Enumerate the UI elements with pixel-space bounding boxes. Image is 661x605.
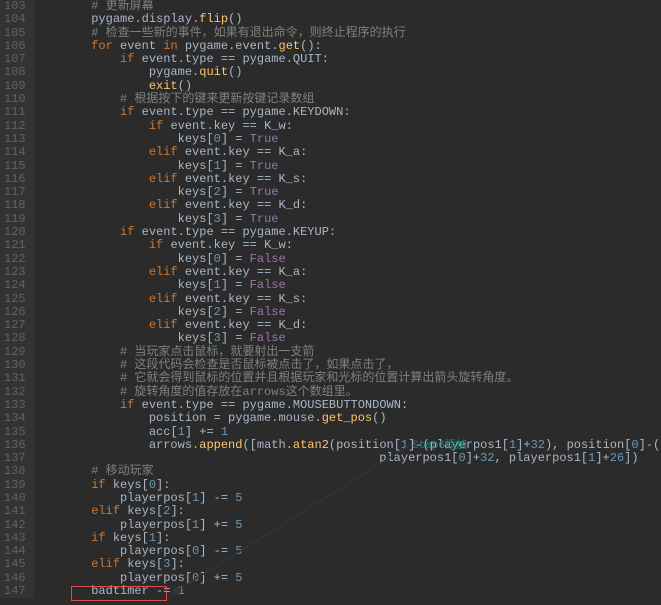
code-line[interactable]: keys[1] = False (34, 279, 661, 292)
line-number: 143 (4, 532, 26, 545)
code-line[interactable]: playerpos[1] += 5 (34, 519, 661, 532)
code-line[interactable]: if keys[0]: (34, 479, 661, 492)
code-line[interactable]: if event.type == pygame.KEYUP: (34, 226, 661, 239)
line-number: 137 (4, 452, 26, 465)
line-number: 125 (4, 293, 26, 306)
code-line[interactable]: pygame.quit() (34, 66, 661, 79)
line-number: 116 (4, 173, 26, 186)
code-line[interactable]: playerpos[0] += 5 (34, 572, 661, 585)
line-number: 135 (4, 426, 26, 439)
code-line[interactable]: for event in pygame.event.get(): (34, 40, 661, 53)
line-number: 104 (4, 13, 26, 26)
code-editor[interactable]: 1031041051061071081091101111121131141151… (0, 0, 661, 598)
code-line[interactable]: keys[3] = False (34, 332, 661, 345)
line-number: 139 (4, 479, 26, 492)
code-line[interactable]: if event.type == pygame.QUIT: (34, 53, 661, 66)
line-number: 123 (4, 266, 26, 279)
code-line[interactable]: elif event.key == K_a: (34, 266, 661, 279)
code-line[interactable]: elif event.key == K_a: (34, 146, 661, 159)
line-number: 126 (4, 306, 26, 319)
line-number: 130 (4, 359, 26, 372)
line-number: 110 (4, 93, 26, 106)
code-line[interactable]: if event.type == pygame.KEYDOWN: (34, 106, 661, 119)
code-line[interactable]: # 移动玩家 (34, 465, 661, 478)
code-area[interactable]: # 更新屏幕 pygame.display.flip() # 检查一些新的事件，… (34, 0, 661, 598)
line-number: 136 (4, 439, 26, 452)
line-number: 138 (4, 465, 26, 478)
line-number: 118 (4, 199, 26, 212)
line-number: 122 (4, 253, 26, 266)
line-number: 106 (4, 40, 26, 53)
line-number: 107 (4, 53, 26, 66)
code-line[interactable]: position = pygame.mouse.get_pos() (34, 412, 661, 425)
code-line[interactable]: keys[2] = False (34, 306, 661, 319)
code-line[interactable]: # 它就会得到鼠标的位置并且根据玩家和光标的位置计算出箭头旋转角度。 (34, 372, 661, 385)
code-line[interactable]: keys[1] = True (34, 160, 661, 173)
line-number: 115 (4, 160, 26, 173)
line-number: 108 (4, 66, 26, 79)
code-line[interactable]: if event.type == pygame.MOUSEBUTTONDOWN: (34, 399, 661, 412)
code-line[interactable]: elif keys[3]: (34, 558, 661, 571)
line-gutter: 1031041051061071081091101111121131141151… (0, 0, 34, 598)
line-number: 117 (4, 186, 26, 199)
line-number: 145 (4, 558, 26, 571)
code-line[interactable]: if event.key == K_w: (34, 120, 661, 133)
code-line[interactable]: keys[0] = False (34, 253, 661, 266)
code-line[interactable]: badtimer -= 1 (34, 585, 661, 598)
code-line[interactable]: # 旋转角度的值存放在arrows这个数组里。 (34, 386, 661, 399)
line-number: 109 (4, 80, 26, 93)
line-number: 127 (4, 319, 26, 332)
code-line[interactable]: if event.key == K_w: (34, 239, 661, 252)
code-line[interactable]: # 更新屏幕 (34, 0, 661, 13)
code-line[interactable]: # 检查一些新的事件，如果有退出命令，则终止程序的执行 (34, 27, 661, 40)
line-number: 129 (4, 346, 26, 359)
code-line[interactable]: playerpos[1] -= 5 (34, 492, 661, 505)
line-number: 114 (4, 146, 26, 159)
line-number: 147 (4, 585, 26, 598)
line-number: 132 (4, 386, 26, 399)
line-number: 103 (4, 0, 26, 13)
line-number: 131 (4, 372, 26, 385)
line-number: 141 (4, 505, 26, 518)
line-number: 120 (4, 226, 26, 239)
line-number: 134 (4, 412, 26, 425)
code-line[interactable]: keys[2] = True (34, 186, 661, 199)
line-number: 113 (4, 133, 26, 146)
code-line[interactable]: acc[1] += 1 (34, 426, 661, 439)
code-line[interactable]: arrows.append([math.atan2(position[1]-(p… (34, 439, 661, 452)
code-line[interactable]: pygame.display.flip() (34, 13, 661, 26)
line-number: 121 (4, 239, 26, 252)
line-number: 112 (4, 120, 26, 133)
code-line[interactable]: elif event.key == K_d: (34, 319, 661, 332)
code-line[interactable]: playerpos[0] -= 5 (34, 545, 661, 558)
line-number: 128 (4, 332, 26, 345)
line-number: 133 (4, 399, 26, 412)
code-line[interactable]: elif event.key == K_s: (34, 173, 661, 186)
line-number: 140 (4, 492, 26, 505)
code-line[interactable]: keys[0] = True (34, 133, 661, 146)
code-line[interactable]: elif keys[2]: (34, 505, 661, 518)
code-line[interactable]: elif event.key == K_s: (34, 293, 661, 306)
line-number: 142 (4, 519, 26, 532)
line-number: 105 (4, 27, 26, 40)
line-number: 111 (4, 106, 26, 119)
code-line[interactable]: # 根据按下的键来更新按键记录数组 (34, 93, 661, 106)
code-line[interactable]: if keys[1]: (34, 532, 661, 545)
line-number: 119 (4, 213, 26, 226)
code-line[interactable]: elif event.key == K_d: (34, 199, 661, 212)
line-number: 124 (4, 279, 26, 292)
code-line[interactable]: keys[3] = True (34, 213, 661, 226)
line-number: 144 (4, 545, 26, 558)
line-number: 146 (4, 572, 26, 585)
